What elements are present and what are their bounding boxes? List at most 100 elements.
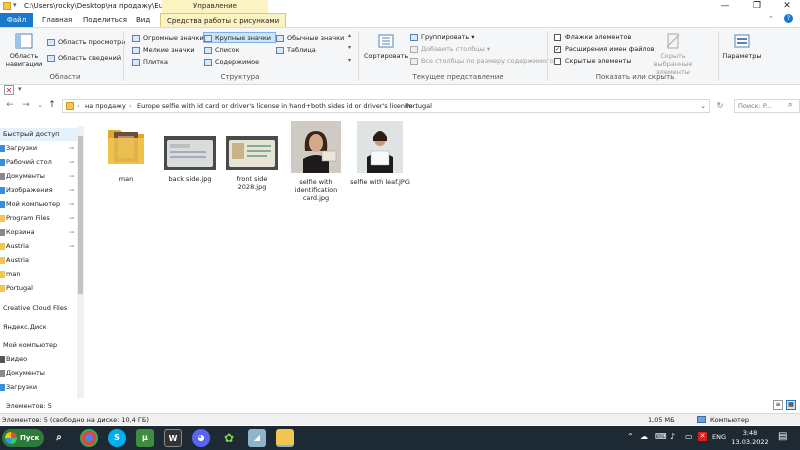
large-icons-view-icon[interactable]: ▦ [786,400,796,410]
sidebar-item[interactable]: Austria ⊸ [0,240,78,253]
tab-share[interactable]: Поделиться [77,13,133,27]
sidebar-item[interactable]: Загрузки ⊸ [0,142,78,155]
network-icon[interactable]: ⌨ [655,432,667,441]
layout-normal-icons[interactable]: Обычные значки [276,33,344,44]
hide-selected-button[interactable]: Скрыть выбранные элементы [650,32,696,76]
tab-file[interactable]: Файл [0,13,33,27]
close-button[interactable]: ✕ [772,0,800,13]
sidebar-item[interactable]: Portugal [0,282,78,295]
breadcrumb-item[interactable]: Portugal [405,100,432,113]
notifications-icon[interactable]: ▤ [778,431,787,442]
sidebar-item[interactable]: Видео [0,353,78,366]
sidebar-item[interactable]: Изображения ⊸ [0,184,78,197]
sidebar-scrollbar-thumb[interactable] [78,136,83,294]
clock[interactable]: 3:48 13.03.2022 [730,429,770,447]
sidebar-item[interactable]: Документы ⊸ [0,170,78,183]
fit-columns-button[interactable]: Все столбцы по размеру содержимого [410,56,554,67]
layout-table[interactable]: Таблица [276,45,316,56]
sidebar-item[interactable]: Быстрый доступ [0,128,78,141]
tab-home[interactable]: Главная [36,13,78,27]
layout-tiles[interactable]: Плитка [132,57,168,68]
item-checkboxes-toggle[interactable]: Флажки элементов [554,32,631,43]
maximize-button[interactable]: ❐ [742,0,772,13]
folder-icon [3,2,11,10]
app-icon[interactable]: ◢ [248,429,266,447]
quick-access-arrow-icon[interactable]: ▾ [13,1,17,9]
minimize-button[interactable]: — [710,0,740,13]
details-view-icon[interactable]: ≡ [773,400,783,410]
word-pad-icon[interactable]: W [164,429,182,447]
file-item-folder[interactable]: man [96,124,156,183]
breadcrumb-item[interactable]: на продажу [85,100,126,113]
start-button[interactable]: Пуск [2,429,44,447]
sidebar-item-label: Быстрый доступ [3,130,60,138]
selfie-with-id-thumbnail [291,121,341,173]
layout-list[interactable]: Список [204,45,240,56]
forward-button[interactable]: → [20,99,32,113]
sidebar-item[interactable]: man [0,268,78,281]
address-dropdown-icon[interactable]: ⌄ [700,100,706,113]
icq-icon[interactable]: ✿ [220,429,238,447]
onedrive-icon[interactable]: ☁ [640,432,648,441]
file-explorer-icon[interactable] [276,429,294,447]
clock-time: 3:48 [742,429,758,437]
volume-icon[interactable]: ♪ [670,432,675,441]
add-columns-button[interactable]: Добавить столбцы ▾ [410,44,490,55]
battery-icon[interactable]: ▭ [685,432,693,441]
up-button[interactable]: ↑ [46,99,58,113]
file-item-image[interactable]: selfie with leaf.JPG [350,121,410,186]
manage-tab[interactable]: Управление [162,0,268,13]
hidden-items-toggle[interactable]: Скрытые элементы [554,56,632,67]
file-item-image[interactable]: back side.jpg [160,124,220,183]
layout-scroll-up-icon[interactable]: ▴ [348,32,351,39]
sidebar-item[interactable]: Яндекс.Диск [0,321,78,334]
layout-expand-icon[interactable]: ▾ [348,57,351,64]
delete-icon[interactable]: ✕ [4,85,14,95]
nav-pane-button[interactable]: Область навигации [4,32,44,68]
layout-scroll-down-icon[interactable]: ▾ [348,44,351,51]
help-icon[interactable]: ? [784,14,793,23]
breadcrumb-item[interactable]: Europe selfie with id card or driver's l… [137,100,412,113]
sidebar-item[interactable]: Корзина ⊸ [0,226,78,239]
discord-icon[interactable]: ◕ [192,429,210,447]
sidebar-item[interactable]: Рабочий стол ⊸ [0,156,78,169]
sidebar-item[interactable]: Загрузки [0,381,78,394]
file-extensions-toggle[interactable]: ✓ Расширения имен файлов [554,44,654,55]
tab-view[interactable]: Вид [130,13,156,27]
refresh-button[interactable]: ↻ [714,99,726,113]
sort-button[interactable]: Сортировать [364,32,408,60]
language-indicator[interactable]: ENG [712,433,726,441]
chrome-icon[interactable] [80,429,98,447]
address-bar[interactable]: › на продажу › Europe selfie with id car… [62,99,710,113]
search-icon[interactable]: ⌕ [50,429,68,447]
customize-toolbar-icon[interactable]: ▾ [18,85,22,93]
checkbox-checked: ✓ [554,46,561,53]
layout-large-icons[interactable]: Крупные значки [203,32,276,43]
back-button[interactable]: ← [4,99,16,113]
antivirus-icon[interactable]: ✕ [698,432,707,441]
layout-small-icons[interactable]: Мелкие значки [132,45,195,56]
preview-pane-button[interactable]: Область просмотра [47,37,125,48]
skype-icon[interactable]: S [108,429,126,447]
sidebar-item[interactable]: Мой компьютер [0,339,78,352]
file-name: back side.jpg [168,175,212,183]
options-button[interactable]: Параметры [722,32,762,60]
file-item-image[interactable]: selfie with identification card.jpg [286,121,346,202]
layout-huge-icons[interactable]: Огромные значки [132,33,204,44]
layout-content[interactable]: Содержимое [204,57,259,68]
collapse-ribbon-icon[interactable]: ⌃ [768,15,774,23]
recent-locations-icon[interactable]: ⌄ [34,99,46,113]
sidebar-item[interactable]: Мой компьютер ⊸ [0,198,78,211]
details-pane-button[interactable]: Область сведений [47,53,121,64]
sidebar-item[interactable]: Program Files ⊸ [0,212,78,225]
free-space-text: Элементов: 5 (свободно на диске: 10,4 ГБ… [2,416,149,424]
file-item-image[interactable]: front side 2028.jpg [222,124,282,191]
sidebar-item[interactable]: Документы [0,367,78,380]
show-hidden-icons[interactable]: ⌃ [627,432,634,441]
sidebar-item[interactable]: Austria [0,254,78,267]
tab-picture-tools[interactable]: Средства работы с рисунками [160,13,287,27]
sidebar-item-label: Portugal [6,284,33,292]
utorrent-icon[interactable]: µ [136,429,154,447]
group-by-button[interactable]: Группировать ▾ [410,32,475,43]
sidebar-item[interactable]: Creative Cloud Files [0,302,78,315]
